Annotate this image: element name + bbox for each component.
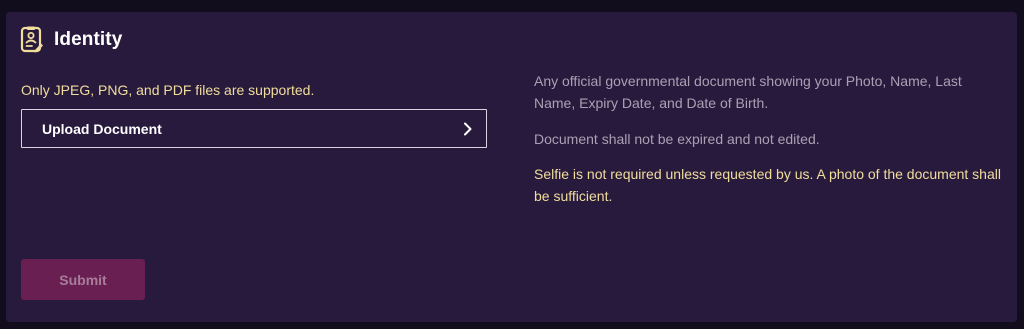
id-badge-icon — [20, 26, 44, 54]
chevron-right-icon — [462, 122, 474, 136]
submit-button[interactable]: Submit — [21, 259, 145, 300]
upload-document-button[interactable]: Upload Document — [21, 109, 487, 148]
validity-text: Document shall not be expired and not ed… — [534, 131, 820, 147]
card-title: Identity — [54, 29, 123, 50]
requirement-text: Any official governmental document showi… — [534, 73, 962, 111]
selfie-note: Selfie is not required unless requested … — [534, 166, 1001, 204]
upload-document-label: Upload Document — [42, 120, 162, 137]
supported-formats-note: Only JPEG, PNG, and PDF files are suppor… — [21, 82, 315, 98]
document-requirements: Any official governmental document showi… — [534, 70, 1004, 207]
identity-card: Identity Only JPEG, PNG, and PDF files a… — [6, 12, 1017, 322]
card-header: Identity — [20, 26, 122, 54]
